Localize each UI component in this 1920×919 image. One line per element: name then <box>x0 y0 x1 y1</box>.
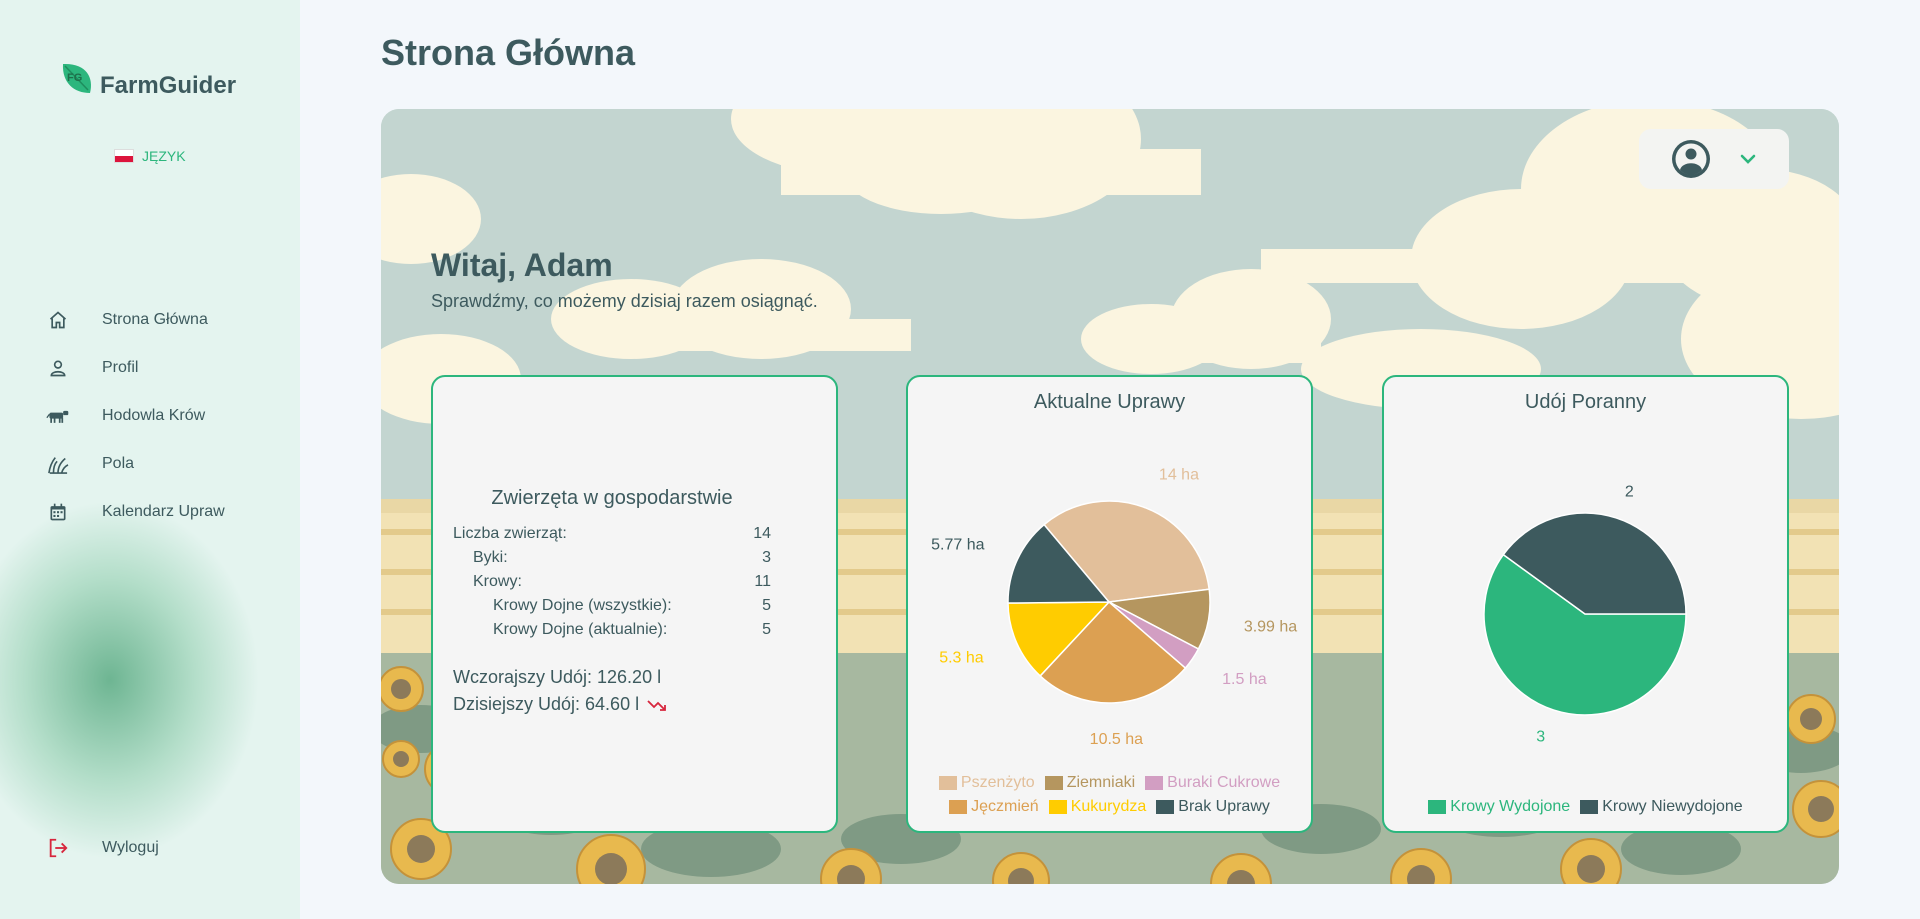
language-label: JĘZYK <box>142 148 186 164</box>
logout-button[interactable]: Wyloguj <box>46 824 159 872</box>
row-label: Liczba zwierząt: <box>453 525 567 542</box>
legend-label: Buraki Cukrowe <box>1167 774 1281 791</box>
animals-row-dairy-current: Krowy Dojne (aktualnie): 5 <box>453 618 771 642</box>
pie-data-label: 3 <box>1536 729 1545 746</box>
dashboard-hero: Witaj, Adam Sprawdźmy, co możemy dzisiaj… <box>381 109 1839 884</box>
avatar-icon <box>1672 140 1710 178</box>
legend-swatch <box>1044 776 1063 790</box>
sidebar-item-label: Kalendarz Upraw <box>102 503 225 520</box>
trending-down-icon <box>647 699 666 711</box>
legend-item[interactable]: Buraki Cukrowe <box>1145 773 1280 793</box>
legend-label: Ziemniaki <box>1066 774 1136 791</box>
crops-card: Aktualne Uprawy 14 ha 3.99 ha 1.5 ha 10.5 h… <box>906 375 1313 833</box>
milking-legend: Krowy Wydojone Krowy Niewydojone <box>1384 795 1787 819</box>
cow-icon <box>46 404 70 428</box>
sidebar-item-label: Strona Główna <box>102 311 208 328</box>
sidebar-item-profile[interactable]: Profil <box>46 344 225 392</box>
legend-item[interactable]: Brak Uprawy <box>1156 797 1270 817</box>
pie-data-label: 5.77 ha <box>931 537 984 554</box>
sidebar-item-label: Profil <box>102 359 139 376</box>
grass-icon <box>46 452 70 476</box>
logout-label: Wyloguj <box>102 839 159 856</box>
calendar-icon <box>46 500 70 524</box>
legend-swatch <box>949 800 968 814</box>
welcome-subtitle: Sprawdźmy, co możemy dzisiaj razem osiąg… <box>431 291 818 311</box>
home-icon <box>46 308 70 332</box>
today-milk-text: Dzisiejszy Udój: 64.60 l <box>453 694 640 714</box>
sidebar-item-home[interactable]: Strona Główna <box>46 296 225 344</box>
user-menu-button[interactable] <box>1639 129 1789 189</box>
row-label: Krowy: <box>473 573 522 590</box>
logo-initials: FG <box>67 72 82 84</box>
row-label: Krowy Dojne (wszystkie): <box>493 597 672 614</box>
legend-swatch <box>1156 800 1175 814</box>
pie-data-label: 14 ha <box>1159 466 1199 483</box>
legend-label: Brak Uprawy <box>1178 798 1270 815</box>
sidebar-item-cow-breeding[interactable]: Hodowla Krów <box>46 392 225 440</box>
sidebar: FG FarmGuider JĘZYK Strona Główna Profil… <box>0 0 300 919</box>
legend-swatch <box>1048 800 1067 814</box>
legend-item[interactable]: Ziemniaki <box>1044 773 1136 793</box>
legend-label: Krowy Wydojone <box>1450 798 1571 815</box>
legend-item[interactable]: Jęczmień <box>949 797 1039 817</box>
logo[interactable]: FG FarmGuider <box>60 56 236 100</box>
sidebar-item-label: Hodowla Krów <box>102 407 206 424</box>
animals-card: Zwierzęta w gospodarstwie Liczba zwierzą… <box>431 375 838 833</box>
row-value: 11 <box>754 573 771 590</box>
logout-icon <box>46 836 70 860</box>
animals-row-cows: Krowy: 11 <box>453 570 771 594</box>
animals-title: Zwierzęta w gospodarstwie <box>491 487 733 509</box>
milk-summary: Wczorajszy Udój: 126.20 l Dzisiejszy Udó… <box>453 664 771 718</box>
legend-label: Jęczmień <box>971 798 1039 815</box>
row-value: 14 <box>753 525 771 542</box>
animals-summary: Zwierzęta w gospodarstwie Liczba zwierzą… <box>453 487 771 718</box>
legend-swatch <box>1145 776 1164 790</box>
row-value: 3 <box>762 549 771 566</box>
today-milk: Dzisiejszy Udój: 64.60 l <box>453 691 771 718</box>
legend-item[interactable]: Krowy Niewydojone <box>1580 797 1743 817</box>
page-title: Strona Główna <box>381 32 636 73</box>
language-selector[interactable]: JĘZYK <box>114 148 186 164</box>
legend-item[interactable]: Pszenżyto <box>938 773 1035 793</box>
sidebar-item-crop-calendar[interactable]: Kalendarz Upraw <box>46 488 225 536</box>
app-name: FarmGuider <box>100 72 237 99</box>
pie-data-label: 3.99 ha <box>1244 618 1297 635</box>
crops-legend: Pszenżyto Ziemniaki Buraki Cukrowe Jęczmień… <box>908 771 1311 819</box>
row-value: 5 <box>762 621 771 638</box>
legend-label: Krowy Niewydojone <box>1602 798 1743 815</box>
sidebar-nav: Strona Główna Profil Hodowla Krów Pola K… <box>46 296 225 536</box>
legend-label: Kukurydza <box>1070 798 1147 815</box>
legend-item[interactable]: Kukurydza <box>1048 797 1147 817</box>
legend-swatch <box>938 776 957 790</box>
yesterday-milk: Wczorajszy Udój: 126.20 l <box>453 664 771 691</box>
row-label: Krowy Dojne (aktualnie): <box>493 621 668 638</box>
sidebar-item-fields[interactable]: Pola <box>46 440 225 488</box>
yesterday-milk-text: Wczorajszy Udój: 126.20 l <box>453 667 662 687</box>
pie-data-label: 5.3 ha <box>939 649 984 666</box>
animals-row-total: Liczba zwierząt: 14 <box>453 522 771 546</box>
animals-row-bulls: Byki: 3 <box>453 546 771 570</box>
user-icon <box>46 356 70 380</box>
pie-data-label: 10.5 ha <box>1090 731 1143 748</box>
row-value: 5 <box>762 597 771 614</box>
chevron-down-icon <box>1740 154 1756 164</box>
animals-row-dairy-all: Krowy Dojne (wszystkie): 5 <box>453 594 771 618</box>
legend-item[interactable]: Krowy Wydojone <box>1428 797 1570 817</box>
pie-data-label: 2 <box>1625 483 1634 500</box>
sidebar-item-label: Pola <box>102 455 135 472</box>
legend-label: Pszenżyto <box>960 774 1035 791</box>
welcome-heading: Witaj, Adam <box>431 247 613 283</box>
sidebar-decoration <box>0 500 260 860</box>
poland-flag-icon <box>114 149 134 163</box>
legend-swatch <box>1580 800 1599 814</box>
milking-card: Udój Poranny 32 Krowy Wydojone Krowy Niew… <box>1382 375 1789 833</box>
crops-pie-chart: 14 ha 3.99 ha 1.5 ha 10.5 ha 5.3 ha 5.77 ha <box>931 466 1297 748</box>
legend-swatch <box>1428 800 1447 814</box>
leaf-logo-icon: FG <box>62 63 91 93</box>
milking-pie-chart: 32 <box>1483 483 1687 746</box>
row-label: Byki: <box>473 549 508 566</box>
pie-data-label: 1.5 ha <box>1222 671 1267 688</box>
